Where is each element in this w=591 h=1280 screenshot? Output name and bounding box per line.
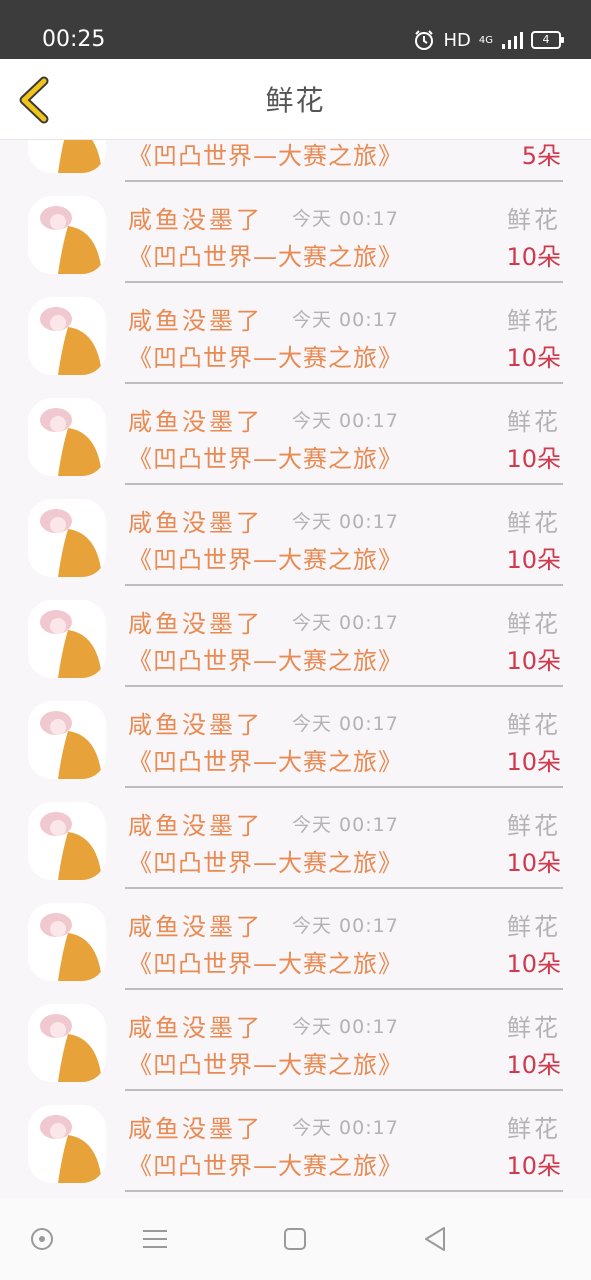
- status-icons: HD 4G 4: [413, 26, 564, 54]
- record-time: 今天 00:17: [292, 1016, 399, 1038]
- avatar[interactable]: [28, 1004, 106, 1082]
- hd-label: HD: [443, 29, 471, 51]
- status-time: 00:25: [42, 27, 106, 52]
- gift-type: 鲜花: [507, 610, 561, 638]
- home-circle-icon[interactable]: [27, 1224, 57, 1254]
- list-item[interactable]: 咸鱼没墨了 今天 00:17 鲜花 《凹凸世界—大赛之旅》 10朵: [0, 788, 591, 889]
- sender-name: 咸鱼没墨了: [128, 610, 263, 638]
- avatar[interactable]: [28, 802, 106, 880]
- sender-name: 咸鱼没墨了: [128, 408, 263, 436]
- gift-type: 鲜花: [507, 408, 561, 436]
- network-label: 4G: [478, 34, 493, 46]
- avatar[interactable]: [28, 297, 106, 375]
- book-title: 《凹凸世界—大赛之旅》: [128, 647, 403, 675]
- book-title: 《凹凸世界—大赛之旅》: [128, 849, 403, 877]
- alarm-icon: [415, 30, 434, 50]
- gift-type: 鲜花: [507, 913, 561, 941]
- list-item[interactable]: 咸鱼没墨了 今天 00:17 鲜花 《凹凸世界—大赛之旅》 10朵: [0, 182, 591, 283]
- menu-icon[interactable]: [140, 1224, 170, 1254]
- sender-name: 咸鱼没墨了: [128, 913, 263, 941]
- book-title: 《凹凸世界—大赛之旅》: [128, 1051, 403, 1079]
- record-time: 今天 00:17: [292, 208, 399, 230]
- avatar[interactable]: [28, 701, 106, 779]
- signal-icon: [502, 32, 523, 49]
- sender-name: 咸鱼没墨了: [128, 206, 263, 234]
- record-time: 今天 00:17: [292, 410, 399, 432]
- flower-amount: 10朵: [506, 344, 561, 372]
- flower-amount: 10朵: [506, 950, 561, 978]
- sender-name: 咸鱼没墨了: [128, 307, 263, 335]
- list-item[interactable]: 咸鱼没墨了 今天 00:17 鲜花 《凹凸世界—大赛之旅》 10朵: [0, 990, 591, 1091]
- gift-type: 鲜花: [507, 307, 561, 335]
- gift-type: 鲜花: [507, 1014, 561, 1042]
- flower-amount: 10朵: [506, 748, 561, 776]
- flower-amount: 10朵: [506, 445, 561, 473]
- row-divider: [125, 1190, 563, 1192]
- record-time: 今天 00:17: [292, 915, 399, 937]
- sender-name: 咸鱼没墨了: [128, 1014, 263, 1042]
- avatar[interactable]: [28, 196, 106, 274]
- list-item[interactable]: 咸鱼没墨了 今天 00:17 鲜花 《凹凸世界—大赛之旅》 10朵: [0, 1091, 591, 1192]
- battery-icon: 4: [531, 31, 564, 49]
- avatar[interactable]: [28, 499, 106, 577]
- avatar[interactable]: [28, 140, 106, 173]
- record-time: 今天 00:17: [292, 612, 399, 634]
- header: 鲜花: [0, 59, 591, 140]
- list-item[interactable]: 咸鱼没墨了 今天 00:17 鲜花 《凹凸世界—大赛之旅》 10朵: [0, 687, 591, 788]
- record-time: 今天 00:17: [292, 1117, 399, 1139]
- gift-type: 鲜花: [507, 1115, 561, 1143]
- sender-name: 咸鱼没墨了: [128, 711, 263, 739]
- sender-name: 咸鱼没墨了: [128, 812, 263, 840]
- sender-name: 咸鱼没墨了: [128, 509, 263, 537]
- book-title: 《凹凸世界—大赛之旅》: [128, 142, 403, 170]
- list-item[interactable]: 咸鱼没墨了 今天 00:17 鲜花 《凹凸世界—大赛之旅》 10朵: [0, 586, 591, 687]
- record-time: 今天 00:17: [292, 511, 399, 533]
- list-item[interactable]: 咸鱼没墨了 今天 00:17 鲜花 《凹凸世界—大赛之旅》 10朵: [0, 485, 591, 586]
- book-title: 《凹凸世界—大赛之旅》: [128, 748, 403, 776]
- list-item[interactable]: 《凹凸世界—大赛之旅》 5朵: [0, 140, 591, 182]
- record-time: 今天 00:17: [292, 713, 399, 735]
- record-time: 今天 00:17: [292, 309, 399, 331]
- flower-amount: 10朵: [506, 849, 561, 877]
- status-bar: 00:25 HD 4G 4: [0, 0, 591, 59]
- record-time: 今天 00:17: [292, 814, 399, 836]
- flower-record-list[interactable]: 《凹凸世界—大赛之旅》 5朵 咸鱼没墨了 今天 00:17 鲜花 《凹凸世界—大…: [0, 140, 591, 1198]
- navigation-bar: [0, 1198, 591, 1280]
- flower-amount: 10朵: [506, 1051, 561, 1079]
- avatar[interactable]: [28, 1105, 106, 1183]
- book-title: 《凹凸世界—大赛之旅》: [128, 344, 403, 372]
- flower-amount: 10朵: [506, 647, 561, 675]
- book-title: 《凹凸世界—大赛之旅》: [128, 1152, 403, 1180]
- battery-level: 4: [542, 33, 550, 46]
- gift-type: 鲜花: [507, 812, 561, 840]
- avatar[interactable]: [28, 398, 106, 476]
- book-title: 《凹凸世界—大赛之旅》: [128, 445, 403, 473]
- flower-amount: 10朵: [506, 1152, 561, 1180]
- gift-type: 鲜花: [507, 509, 561, 537]
- sender-name: 咸鱼没墨了: [128, 1115, 263, 1143]
- book-title: 《凹凸世界—大赛之旅》: [128, 243, 403, 271]
- page-title: 鲜花: [265, 84, 326, 117]
- flower-amount: 10朵: [506, 546, 561, 574]
- avatar[interactable]: [28, 903, 106, 981]
- book-title: 《凹凸世界—大赛之旅》: [128, 950, 403, 978]
- avatar[interactable]: [28, 600, 106, 678]
- list-item[interactable]: 咸鱼没墨了 今天 00:17 鲜花 《凹凸世界—大赛之旅》 10朵: [0, 283, 591, 384]
- flower-amount: 5朵: [521, 142, 561, 170]
- list-item[interactable]: 咸鱼没墨了 今天 00:17 鲜花 《凹凸世界—大赛之旅》 10朵: [0, 889, 591, 990]
- gift-type: 鲜花: [507, 711, 561, 739]
- flower-amount: 10朵: [506, 243, 561, 271]
- overview-square-icon[interactable]: [280, 1224, 310, 1254]
- back-triangle-icon[interactable]: [420, 1224, 450, 1254]
- gift-type: 鲜花: [507, 206, 561, 234]
- list-item[interactable]: 咸鱼没墨了 今天 00:17 鲜花 《凹凸世界—大赛之旅》 10朵: [0, 384, 591, 485]
- book-title: 《凹凸世界—大赛之旅》: [128, 546, 403, 574]
